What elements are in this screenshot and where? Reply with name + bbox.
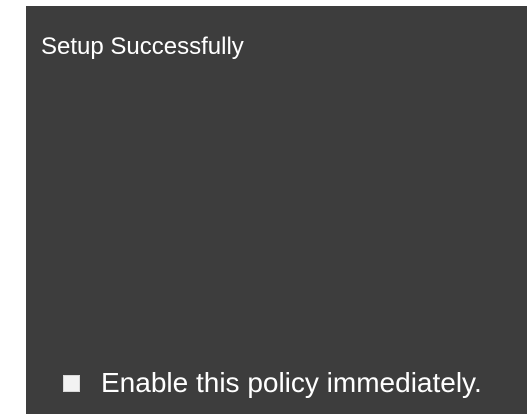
- screenshot-frame: Setup Successfully Enable this policy im…: [0, 0, 530, 414]
- panel-title: Setup Successfully: [41, 33, 244, 60]
- enable-policy-option[interactable]: Enable this policy immediately.: [63, 366, 482, 400]
- setup-result-panel: Setup Successfully Enable this policy im…: [26, 6, 527, 414]
- enable-policy-label[interactable]: Enable this policy immediately.: [101, 366, 482, 400]
- enable-policy-checkbox[interactable]: [63, 374, 80, 392]
